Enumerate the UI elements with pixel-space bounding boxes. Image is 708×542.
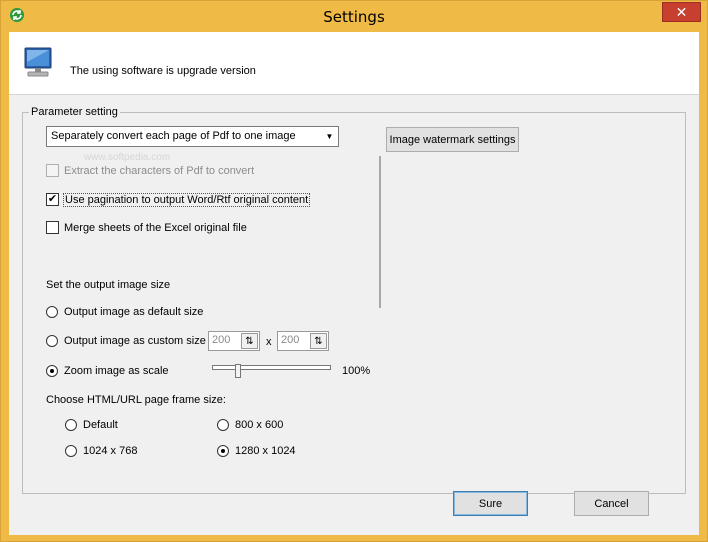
custom-size-label: Output image as custom size (64, 335, 206, 347)
frame-800x600-radio[interactable] (217, 419, 229, 431)
frame-1280x1024-label: 1280 x 1024 (235, 445, 296, 457)
custom-height-value: 200 (281, 334, 300, 346)
frame-800x600-label: 800 x 600 (235, 419, 284, 431)
frame-size-heading: Choose HTML/URL page frame size: (46, 394, 226, 406)
convert-mode-value: Separately convert each page of Pdf to o… (51, 130, 296, 142)
frame-option-1024x768[interactable]: 1024 x 768 (65, 445, 137, 457)
settings-window: Settings ✕ The using software is upgrade… (0, 0, 708, 542)
extract-chars-checkbox[interactable] (46, 164, 59, 177)
zoom-scale-option[interactable]: Zoom image as scale (46, 365, 169, 377)
zoom-slider-track (212, 365, 331, 370)
header-band: The using software is upgrade version (9, 32, 699, 95)
frame-1024x768-radio[interactable] (65, 445, 77, 457)
default-size-label: Output image as default size (64, 306, 204, 318)
spinner-arrows-icon[interactable]: ⇅ (310, 333, 327, 349)
window-title: Settings (323, 8, 385, 26)
frame-option-800x600[interactable]: 800 x 600 (217, 419, 283, 431)
frame-default-label: Default (83, 419, 118, 431)
radio-selected-dot (50, 369, 54, 373)
merge-sheets-option[interactable]: Merge sheets of the Excel original file (46, 221, 247, 234)
use-pagination-label: Use pagination to output Word/Rtf origin… (62, 192, 311, 207)
size-separator: x (266, 336, 272, 348)
default-size-radio[interactable] (46, 306, 58, 318)
zoom-slider[interactable] (212, 364, 331, 379)
radio-selected-dot (221, 449, 225, 453)
image-watermark-settings-button[interactable]: Image watermark settings (386, 127, 519, 152)
monitor-icon (24, 47, 52, 77)
close-button[interactable]: ✕ (662, 2, 701, 22)
zoom-scale-label: Zoom image as scale (64, 365, 169, 377)
zoom-value: 100% (342, 365, 371, 377)
softpedia-watermark: www.softpedia.com (84, 152, 171, 163)
merge-sheets-label: Merge sheets of the Excel original file (64, 221, 247, 234)
sure-button[interactable]: Sure (453, 491, 528, 516)
use-pagination-option[interactable]: ✔ Use pagination to output Word/Rtf orig… (46, 192, 311, 207)
custom-height-spinner[interactable]: 200 ⇅ (277, 331, 329, 351)
title-bar[interactable]: Settings ✕ (1, 1, 707, 32)
frame-1280x1024-radio[interactable] (217, 445, 229, 457)
zoom-slider-thumb[interactable] (235, 364, 241, 378)
extract-chars-label: Extract the characters of Pdf to convert (64, 164, 255, 177)
output-size-heading: Set the output image size (46, 279, 171, 291)
frame-1024x768-label: 1024 x 768 (83, 445, 138, 457)
close-icon: ✕ (675, 3, 688, 20)
custom-width-spinner[interactable]: 200 ⇅ (208, 331, 260, 351)
default-size-option[interactable]: Output image as default size (46, 306, 203, 318)
dialog-client: The using software is upgrade version Pa… (9, 32, 699, 535)
cancel-button[interactable]: Cancel (574, 491, 649, 516)
convert-mode-select[interactable]: Separately convert each page of Pdf to o… (46, 126, 339, 147)
chevron-down-icon[interactable]: ▼ (321, 127, 338, 146)
extract-chars-option[interactable]: Extract the characters of Pdf to convert (46, 164, 254, 177)
frame-default-radio[interactable] (65, 419, 77, 431)
zoom-scale-radio[interactable] (46, 365, 58, 377)
spinner-arrows-icon[interactable]: ⇅ (241, 333, 258, 349)
parameter-group-legend: Parameter setting (29, 106, 120, 118)
custom-size-radio[interactable] (46, 335, 58, 347)
vertical-divider (379, 156, 381, 308)
merge-sheets-checkbox[interactable] (46, 221, 59, 234)
custom-size-option[interactable]: Output image as custom size (46, 335, 206, 347)
upgrade-message: The using software is upgrade version (70, 65, 256, 77)
frame-option-default[interactable]: Default (65, 419, 118, 431)
use-pagination-checkbox[interactable]: ✔ (46, 193, 59, 206)
frame-option-1280x1024[interactable]: 1280 x 1024 (217, 445, 296, 457)
custom-width-value: 200 (212, 334, 231, 346)
